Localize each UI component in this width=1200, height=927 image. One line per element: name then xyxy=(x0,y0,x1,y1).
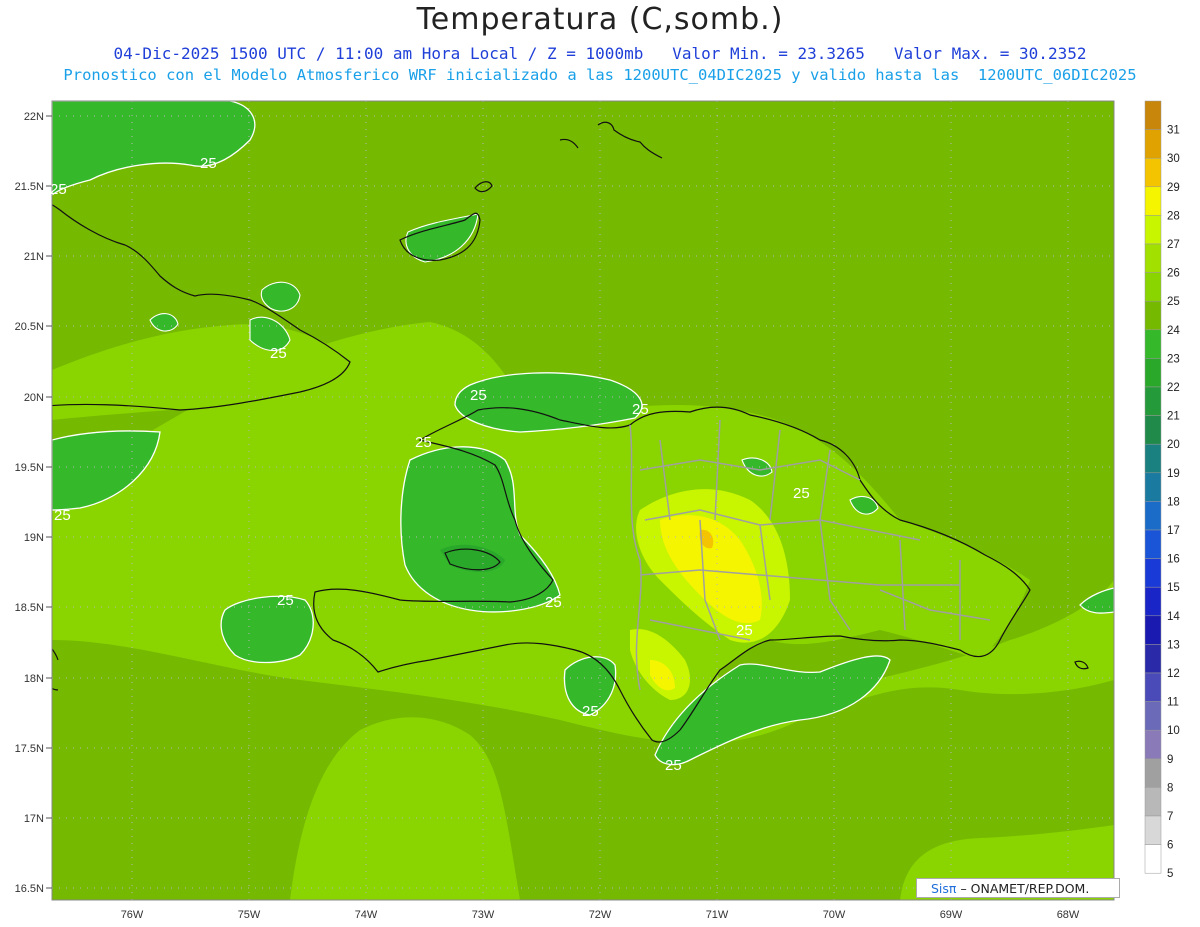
latitude-labels: 22N 21.5N 21N 20.5N 20N 19.5N 19N 18.5N … xyxy=(15,111,44,895)
lat-label: 17N xyxy=(24,813,44,825)
colorbar-swatch xyxy=(1144,529,1162,559)
credit-org: – ONAMET/REP.DOM. xyxy=(960,881,1090,896)
contour-label: 25 xyxy=(665,757,682,774)
colorbar-swatch xyxy=(1144,729,1162,760)
lat-label: 21.5N xyxy=(15,181,44,193)
colorbar-label: 14 xyxy=(1167,611,1180,623)
colorbar-swatch xyxy=(1144,815,1162,845)
colorbar-swatch xyxy=(1144,386,1162,416)
colorbar-label: 18 xyxy=(1167,496,1180,508)
colorbar-label: 10 xyxy=(1167,725,1180,737)
colorbar-label: 25 xyxy=(1167,296,1180,308)
colorbar-swatch xyxy=(1144,186,1162,216)
longitude-labels: 76W 75W 74W 73W 72W 71W 70W 69W 68W xyxy=(121,909,1080,921)
contour-label: 25 xyxy=(736,622,753,639)
colorbar-swatch xyxy=(1144,701,1162,731)
contour-label: 25 xyxy=(54,507,71,524)
lat-label: 18N xyxy=(24,673,44,685)
colorbar-label: 11 xyxy=(1167,697,1179,709)
contour-label: 25 xyxy=(200,155,217,172)
colorbar-label: 31 xyxy=(1167,125,1180,137)
lon-label: 74W xyxy=(355,909,378,921)
colorbar-swatch xyxy=(1144,501,1162,531)
colorbar-label: 8 xyxy=(1167,782,1173,794)
contour-label: 25 xyxy=(415,434,432,451)
colorbar-label: 22 xyxy=(1167,382,1180,394)
colorbar-swatch xyxy=(1144,615,1162,645)
colorbar-swatch xyxy=(1144,644,1162,674)
lon-label: 69W xyxy=(940,909,963,921)
colorbar-swatch xyxy=(1144,443,1162,474)
lat-label: 18.5N xyxy=(15,602,44,614)
colorbar-swatch xyxy=(1144,300,1162,331)
contour-label: 25 xyxy=(470,387,487,404)
colorbar-swatch xyxy=(1144,272,1162,302)
colorbar-label: 20 xyxy=(1167,439,1180,451)
lat-label: 17.5N xyxy=(15,743,44,755)
cool-sw-haiti xyxy=(220,595,314,664)
colorbar-swatch xyxy=(1144,586,1162,617)
colorbar-swatch xyxy=(1144,415,1162,445)
credit-sis: Sisπ xyxy=(931,881,957,896)
lat-label: 16.5N xyxy=(15,883,44,895)
colorbar-label: 13 xyxy=(1167,639,1180,651)
credit-box: Sisπ – ONAMET/REP.DOM. xyxy=(916,878,1120,898)
colorbar-swatch xyxy=(1144,100,1162,130)
colorbar-label: 16 xyxy=(1167,554,1180,566)
colorbar-swatch xyxy=(1144,329,1162,359)
lat-label: 22N xyxy=(24,111,44,123)
colorbar-label: 24 xyxy=(1167,325,1180,337)
colorbar-label: 7 xyxy=(1167,811,1173,823)
contour-label: 25 xyxy=(50,181,67,198)
lat-label: 20.5N xyxy=(15,321,44,333)
colorbar-swatch xyxy=(1144,472,1162,502)
colorbar-label: 6 xyxy=(1167,840,1173,852)
colorbar-swatch xyxy=(1144,243,1162,273)
contour-label: 25 xyxy=(632,401,649,418)
contour-label: 25 xyxy=(270,345,287,362)
colorbar-label: 12 xyxy=(1167,668,1180,680)
colorbar-label: 29 xyxy=(1167,182,1180,194)
contour-label: 25 xyxy=(277,592,294,609)
colorbar-swatch xyxy=(1144,157,1162,188)
latitude-ticks xyxy=(46,115,52,889)
lon-label: 71W xyxy=(706,909,729,921)
colorbar-label: 21 xyxy=(1167,411,1180,423)
colorbar-label: 19 xyxy=(1167,468,1180,480)
lon-label: 68W xyxy=(1057,909,1080,921)
lat-label: 20N xyxy=(24,392,44,404)
colorbar-label: 26 xyxy=(1167,268,1180,280)
colorbar-swatch xyxy=(1144,558,1162,588)
colorbar-swatch xyxy=(1144,129,1162,159)
temperature-map: 25 25 25 25 25 25 25 25 25 25 25 25 25 2… xyxy=(15,100,1180,921)
colorbar-label: 5 xyxy=(1167,868,1173,880)
colorbar-label: 27 xyxy=(1167,239,1180,251)
lon-label: 75W xyxy=(238,909,261,921)
colorbar: 31 30 29 28 27 26 25 24 23 22 21 20 19 18 17 16 15 14 13 12… xyxy=(1144,100,1180,880)
colorbar-label: 23 xyxy=(1167,353,1180,365)
colorbar-swatch xyxy=(1144,787,1162,817)
contour-label: 25 xyxy=(582,703,599,720)
lon-label: 73W xyxy=(472,909,495,921)
colorbar-swatch xyxy=(1144,672,1162,702)
contour-label: 25 xyxy=(545,594,562,611)
colorbar-label: 15 xyxy=(1167,582,1180,594)
colorbar-label: 30 xyxy=(1167,153,1180,165)
colorbar-label: 28 xyxy=(1167,210,1180,222)
lon-label: 76W xyxy=(121,909,144,921)
lat-label: 19.5N xyxy=(15,462,44,474)
lon-label: 70W xyxy=(823,909,846,921)
contour-label: 25 xyxy=(793,485,810,502)
colorbar-label: 9 xyxy=(1167,754,1173,766)
colorbar-swatch xyxy=(1144,215,1162,245)
colorbar-swatch xyxy=(1144,358,1162,388)
lon-label: 72W xyxy=(589,909,612,921)
lat-label: 19N xyxy=(24,532,44,544)
colorbar-label: 17 xyxy=(1167,525,1180,537)
colorbar-swatch xyxy=(1144,844,1162,874)
temperature-field xyxy=(52,101,1114,900)
lat-label: 21N xyxy=(24,251,44,263)
colorbar-swatch xyxy=(1144,758,1162,788)
